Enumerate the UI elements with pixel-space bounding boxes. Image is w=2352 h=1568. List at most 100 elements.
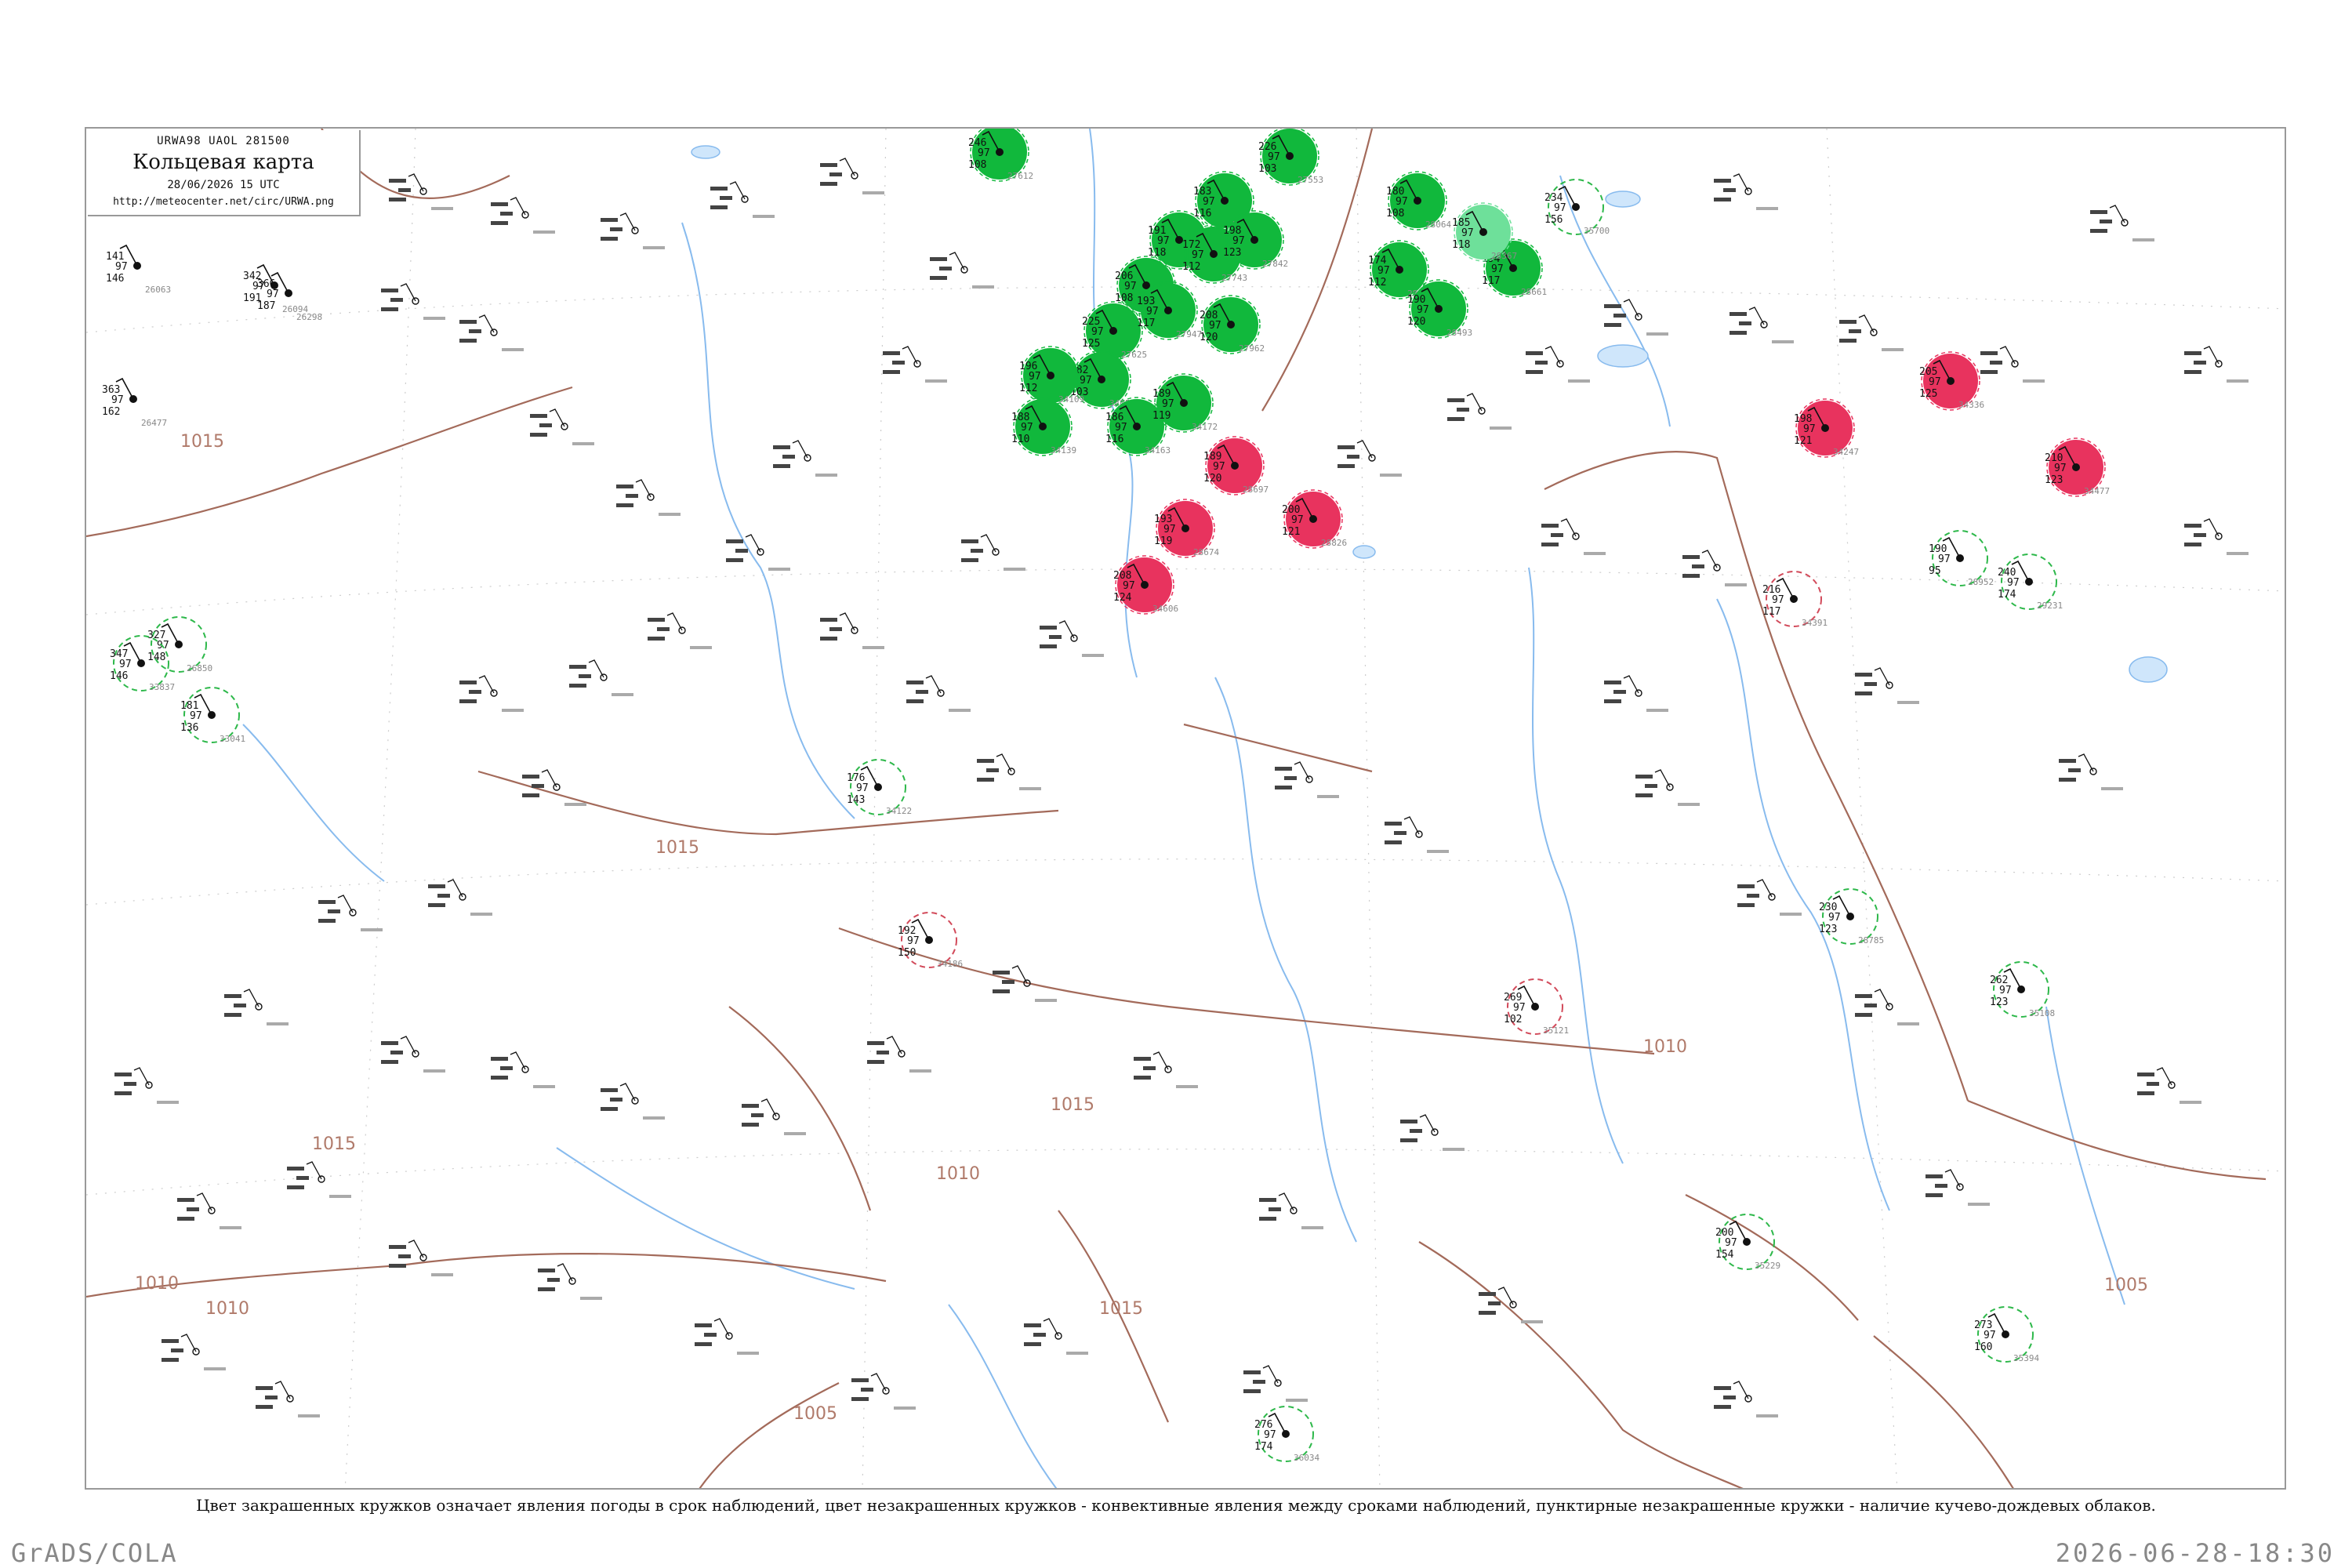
station-plot[interactable]: 1809710828064 bbox=[1386, 171, 1451, 230]
value-mark bbox=[224, 1013, 241, 1017]
isobar-label: 1010 bbox=[135, 1274, 179, 1294]
label-mark bbox=[157, 1101, 179, 1104]
value-mark bbox=[171, 1348, 183, 1352]
station-plot[interactable]: 1929715034186 bbox=[898, 912, 963, 969]
station-index: 34122 bbox=[886, 806, 912, 816]
station-plot[interactable]: 1889711034139 bbox=[1011, 397, 1076, 456]
map-frame[interactable]: 1015 1010 1015 1010 1015 1010 1005 1005 … bbox=[85, 127, 2286, 1490]
station-index: 26063 bbox=[145, 285, 171, 295]
value-mark bbox=[1714, 1405, 1731, 1409]
station-plot[interactable]: 2629712335108 bbox=[1990, 961, 2055, 1018]
station-mark bbox=[177, 1192, 241, 1229]
station-plot[interactable]: 1419714626063 bbox=[106, 244, 171, 295]
station-plot[interactable]: 3279714826850 bbox=[147, 616, 212, 673]
label-mark bbox=[533, 230, 555, 234]
label-mark bbox=[815, 474, 837, 477]
station-plot[interactable]: 2739716035394 bbox=[1974, 1306, 2039, 1363]
station-plot[interactable]: 190979528952 bbox=[1929, 530, 1994, 587]
label-mark bbox=[204, 1367, 226, 1370]
value-mark bbox=[704, 1333, 717, 1337]
station-plot[interactable]: 2269710327553 bbox=[1258, 129, 1323, 186]
value-mark bbox=[1730, 312, 1747, 316]
label-mark bbox=[1756, 207, 1778, 210]
label-mark bbox=[431, 1273, 453, 1276]
station-plot[interactable]: 1819713633041 bbox=[180, 687, 245, 744]
station-plot[interactable]: 2089712434606 bbox=[1113, 555, 1178, 615]
value-mark bbox=[459, 320, 477, 324]
station-dewpoint: 143 bbox=[847, 794, 865, 806]
value-mark bbox=[500, 212, 513, 216]
station-plot[interactable]: 1969711234109 bbox=[1019, 346, 1084, 405]
value-mark bbox=[829, 627, 842, 631]
station-plot[interactable]: 2109712334477 bbox=[2045, 437, 2110, 497]
station-pressure: 97 bbox=[1203, 196, 1215, 208]
label-mark bbox=[1004, 568, 1025, 571]
station-mark bbox=[930, 252, 994, 289]
station-dewpoint: 124 bbox=[1113, 592, 1132, 604]
isobar-label: 1015 bbox=[655, 838, 699, 858]
station-plot[interactable]: 2309712328785 bbox=[1819, 888, 1884, 946]
label-mark bbox=[1646, 332, 1668, 336]
value-mark bbox=[1033, 1333, 1046, 1337]
station-plot[interactable]: 1899712028697 bbox=[1203, 436, 1269, 495]
station-dewpoint: 119 bbox=[1152, 410, 1171, 422]
footer-timestamp: 2026-06-28-18:30 bbox=[2055, 1538, 2335, 1568]
station-plot[interactable]: 1989712134247 bbox=[1794, 398, 1859, 458]
value-mark bbox=[892, 361, 905, 365]
station-plot[interactable]: 2769717436034 bbox=[1254, 1406, 1319, 1463]
station-mark bbox=[162, 1334, 226, 1370]
station-plot[interactable]: 1859711828367 bbox=[1452, 202, 1517, 262]
label-mark bbox=[423, 1069, 445, 1073]
station-mark bbox=[1541, 518, 1606, 555]
station-plot[interactable]: 2059712534336 bbox=[1919, 351, 1984, 411]
station-dewpoint: 110 bbox=[1011, 434, 1029, 445]
station-index: 28064 bbox=[1425, 220, 1451, 230]
station-plot[interactable]: 2349715635700 bbox=[1544, 179, 1610, 236]
station-plot[interactable]: 1769714334122 bbox=[847, 759, 912, 816]
value-mark bbox=[538, 1287, 555, 1291]
station-mark bbox=[389, 173, 453, 210]
value-mark bbox=[1855, 1013, 1872, 1017]
station-plot[interactable]: 2469710827612 bbox=[968, 129, 1033, 182]
value-mark bbox=[256, 1386, 273, 1390]
station-pressure: 97 bbox=[1938, 554, 1951, 565]
station-plot[interactable]: 2009712128826 bbox=[1282, 489, 1347, 549]
station-pressure: 97 bbox=[1232, 235, 1245, 247]
station-plot[interactable]: 2409717429231 bbox=[1998, 554, 2063, 611]
map-canvas[interactable]: 1015 1010 1015 1010 1015 1010 1005 1005 … bbox=[86, 129, 2286, 1490]
station-mark bbox=[1604, 675, 1668, 712]
value-mark bbox=[2194, 533, 2206, 537]
label-mark bbox=[298, 1414, 320, 1417]
station-plot[interactable]: 3669718726298 bbox=[257, 271, 322, 322]
label-mark bbox=[1897, 1022, 1919, 1025]
label-mark bbox=[361, 928, 383, 931]
value-mark bbox=[1613, 690, 1626, 694]
value-mark bbox=[177, 1217, 194, 1221]
value-mark bbox=[1855, 994, 1872, 998]
station-pressure: 97 bbox=[907, 935, 920, 947]
station-plot[interactable]: 3639716226477 bbox=[102, 377, 167, 428]
label-mark bbox=[690, 646, 712, 649]
map-url[interactable]: http://meteocenter.net/circ/URWA.png bbox=[88, 196, 359, 208]
station-plot[interactable]: 2169711734391 bbox=[1762, 571, 1828, 628]
station-mark bbox=[459, 675, 524, 712]
value-mark bbox=[2090, 210, 2107, 214]
station-index: 27962 bbox=[1239, 343, 1265, 354]
station-plot[interactable]: 1939711928674 bbox=[1154, 499, 1219, 558]
value-mark bbox=[906, 699, 924, 703]
value-mark bbox=[1839, 339, 1857, 343]
station-dewpoint: 123 bbox=[1223, 247, 1241, 259]
value-mark bbox=[1243, 1370, 1261, 1374]
value-mark bbox=[2184, 351, 2201, 355]
value-mark bbox=[2059, 759, 2076, 763]
station-index: 28367 bbox=[1491, 251, 1517, 261]
value-mark bbox=[695, 1342, 712, 1346]
value-mark bbox=[428, 884, 445, 888]
station-plot[interactable]: 2009715435229 bbox=[1715, 1214, 1780, 1271]
value-mark bbox=[1479, 1292, 1496, 1296]
value-mark bbox=[1253, 1380, 1265, 1384]
station-dewpoint: 160 bbox=[1974, 1341, 1992, 1353]
station-plot[interactable]: 2699710235121 bbox=[1504, 978, 1569, 1036]
value-mark bbox=[287, 1167, 304, 1171]
station-plot[interactable]: 2089712027962 bbox=[1200, 295, 1265, 354]
